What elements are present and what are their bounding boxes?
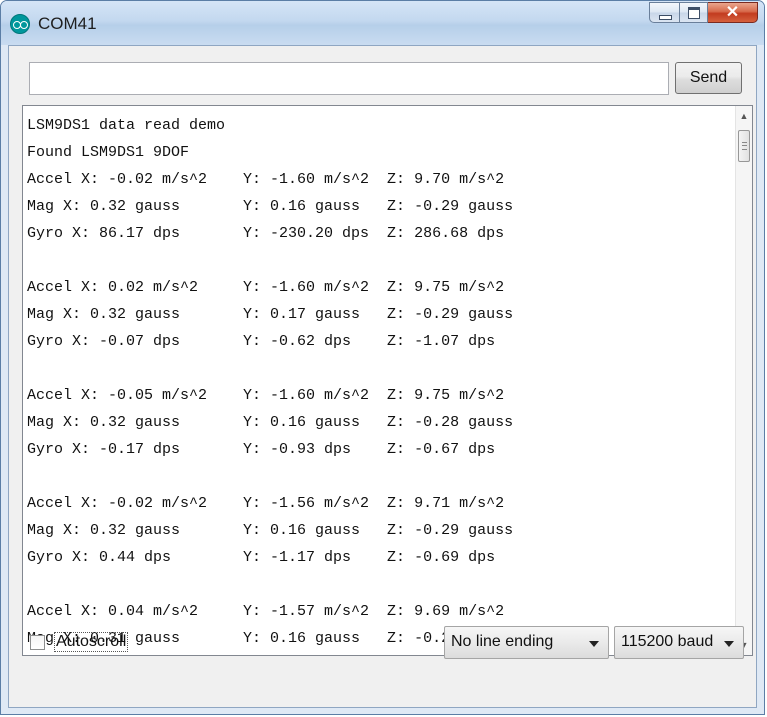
line-ending-select[interactable]: No line ending	[444, 626, 609, 659]
baud-rate-select[interactable]: 115200 baud	[614, 626, 744, 659]
output-line: Mag X: 0.32 gauss Y: 0.16 gauss Z: -0.29…	[27, 522, 514, 539]
output-text: LSM9DS1 data read demo Found LSM9DS1 9DOF…	[27, 112, 732, 652]
output-line: Mag X: 0.32 gauss Y: 0.16 gauss Z: -0.28…	[27, 414, 514, 431]
output-line: Accel X: -0.05 m/s^2 Y: -1.60 m/s^2 Z: 9…	[27, 387, 505, 404]
send-button[interactable]: Send	[675, 62, 742, 94]
autoscroll-checkbox[interactable]	[30, 635, 45, 650]
window-client-area: Send LSM9DS1 data read demo Found LSM9DS1…	[8, 45, 757, 708]
minimize-button[interactable]	[649, 2, 679, 23]
output-line: Found LSM9DS1 9DOF	[27, 144, 190, 161]
scroll-up-icon[interactable]: ▲	[736, 111, 752, 121]
scrollbar-thumb[interactable]	[738, 130, 750, 162]
output-line: Mag X: 0.32 gauss Y: 0.16 gauss Z: -0.29…	[27, 198, 514, 215]
output-line: LSM9DS1 data read demo	[27, 117, 226, 134]
output-line: Accel X: 0.04 m/s^2 Y: -1.57 m/s^2 Z: 9.…	[27, 603, 505, 620]
output-line: Gyro X: -0.17 dps Y: -0.93 dps Z: -0.67 …	[27, 441, 496, 458]
output-line: Gyro X: 0.44 dps Y: -1.17 dps Z: -0.69 d…	[27, 549, 496, 566]
minimize-icon	[659, 15, 672, 20]
send-input[interactable]	[29, 62, 669, 95]
maximize-button[interactable]	[679, 2, 708, 23]
autoscroll-label[interactable]: Autoscroll	[54, 632, 129, 652]
output-line: Gyro X: -0.07 dps Y: -0.62 dps Z: -1.07 …	[27, 333, 496, 350]
close-icon: ✕	[725, 4, 740, 21]
output-line: Accel X: 0.02 m/s^2 Y: -1.60 m/s^2 Z: 9.…	[27, 279, 505, 296]
vertical-scrollbar[interactable]: ▲ ▼	[735, 106, 752, 655]
output-line: Gyro X: 86.17 dps Y: -230.20 dps Z: 286.…	[27, 225, 505, 242]
window-title: COM41	[38, 14, 97, 33]
maximize-icon	[688, 7, 700, 19]
output-line: Mag X: 0.32 gauss Y: 0.17 gauss Z: -0.29…	[27, 306, 514, 323]
serial-monitor-window: COM41 ✕ Send LSM9DS1 data read demo Found…	[0, 0, 765, 715]
window-controls: ✕	[649, 2, 758, 24]
chevron-down-icon	[724, 641, 734, 647]
chevron-down-icon	[589, 641, 599, 647]
output-line: Accel X: -0.02 m/s^2 Y: -1.60 m/s^2 Z: 9…	[27, 171, 505, 188]
serial-output[interactable]: LSM9DS1 data read demo Found LSM9DS1 9DOF…	[22, 105, 753, 656]
arduino-logo-icon	[10, 14, 30, 34]
line-ending-value: No line ending	[451, 633, 554, 650]
output-line: Accel X: -0.02 m/s^2 Y: -1.56 m/s^2 Z: 9…	[27, 495, 505, 512]
close-button[interactable]: ✕	[708, 2, 758, 23]
title-bar[interactable]: COM41 ✕	[1, 1, 764, 45]
baud-rate-value: 115200 baud	[621, 633, 714, 650]
